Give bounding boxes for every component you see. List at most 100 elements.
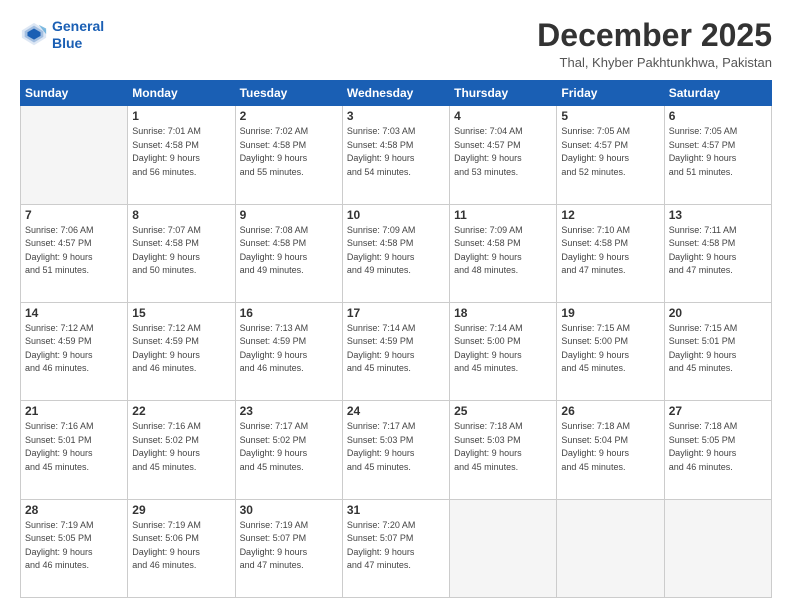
- day-info: Sunrise: 7:08 AM Sunset: 4:58 PM Dayligh…: [240, 224, 338, 278]
- main-title: December 2025: [537, 18, 772, 53]
- day-number: 25: [454, 404, 552, 418]
- calendar-cell: 3 Sunrise: 7:03 AM Sunset: 4:58 PM Daylig…: [342, 106, 449, 204]
- calendar-day-header: Tuesday: [235, 81, 342, 106]
- calendar-cell: 23Sunrise: 7:17 AM Sunset: 5:02 PM Dayli…: [235, 401, 342, 499]
- day-number: 1: [132, 109, 230, 123]
- calendar-cell: 22Sunrise: 7:16 AM Sunset: 5:02 PM Dayli…: [128, 401, 235, 499]
- calendar-day-header: Sunday: [21, 81, 128, 106]
- day-info: Sunrise: 7:15 AM Sunset: 5:01 PM Dayligh…: [669, 322, 767, 376]
- day-info: Sunrise: 7:16 AM Sunset: 5:02 PM Dayligh…: [132, 420, 230, 474]
- title-block: December 2025 Thal, Khyber Pakhtunkhwa, …: [537, 18, 772, 70]
- calendar-day-header: Thursday: [450, 81, 557, 106]
- day-info: Sunrise: 7:02 AM Sunset: 4:58 PM Dayligh…: [240, 125, 338, 179]
- calendar-cell: 17 Sunrise: 7:14 AM Sunset: 4:59 PM Dayli…: [342, 302, 449, 400]
- day-info: Sunrise: 7:19 AM Sunset: 5:05 PM Dayligh…: [25, 519, 123, 573]
- day-info: Sunrise: 7:19 AM Sunset: 5:07 PM Dayligh…: [240, 519, 338, 573]
- calendar-cell: 18Sunrise: 7:14 AM Sunset: 5:00 PM Dayli…: [450, 302, 557, 400]
- day-info: Sunrise: 7:18 AM Sunset: 5:05 PM Dayligh…: [669, 420, 767, 474]
- day-info: Sunrise: 7:18 AM Sunset: 5:04 PM Dayligh…: [561, 420, 659, 474]
- day-number: 28: [25, 503, 123, 517]
- calendar-cell: 13 Sunrise: 7:11 AM Sunset: 4:58 PM Dayli…: [664, 204, 771, 302]
- calendar-cell: 6Sunrise: 7:05 AM Sunset: 4:57 PM Daylig…: [664, 106, 771, 204]
- day-number: 6: [669, 109, 767, 123]
- calendar-cell: 31Sunrise: 7:20 AM Sunset: 5:07 PM Dayli…: [342, 499, 449, 597]
- day-number: 26: [561, 404, 659, 418]
- calendar-cell: 14 Sunrise: 7:12 AM Sunset: 4:59 PM Dayli…: [21, 302, 128, 400]
- day-info: Sunrise: 7:17 AM Sunset: 5:02 PM Dayligh…: [240, 420, 338, 474]
- day-number: 21: [25, 404, 123, 418]
- day-info: Sunrise: 7:18 AM Sunset: 5:03 PM Dayligh…: [454, 420, 552, 474]
- day-number: 24: [347, 404, 445, 418]
- day-info: Sunrise: 7:14 AM Sunset: 5:00 PM Dayligh…: [454, 322, 552, 376]
- day-number: 30: [240, 503, 338, 517]
- calendar-day-header: Monday: [128, 81, 235, 106]
- day-info: Sunrise: 7:03 AM Sunset: 4:58 PM Dayligh…: [347, 125, 445, 179]
- calendar-week-row: 7Sunrise: 7:06 AM Sunset: 4:57 PM Daylig…: [21, 204, 772, 302]
- day-number: 19: [561, 306, 659, 320]
- day-number: 17: [347, 306, 445, 320]
- day-info: Sunrise: 7:14 AM Sunset: 4:59 PM Dayligh…: [347, 322, 445, 376]
- day-info: Sunrise: 7:04 AM Sunset: 4:57 PM Dayligh…: [454, 125, 552, 179]
- calendar-table: SundayMondayTuesdayWednesdayThursdayFrid…: [20, 80, 772, 598]
- logo: General Blue: [20, 18, 104, 52]
- calendar-day-header: Saturday: [664, 81, 771, 106]
- day-number: 7: [25, 208, 123, 222]
- calendar-cell: [664, 499, 771, 597]
- day-number: 15: [132, 306, 230, 320]
- day-info: Sunrise: 7:12 AM Sunset: 4:59 PM Dayligh…: [132, 322, 230, 376]
- calendar-cell: 8Sunrise: 7:07 AM Sunset: 4:58 PM Daylig…: [128, 204, 235, 302]
- calendar-cell: 7Sunrise: 7:06 AM Sunset: 4:57 PM Daylig…: [21, 204, 128, 302]
- day-number: 16: [240, 306, 338, 320]
- calendar-cell: 19Sunrise: 7:15 AM Sunset: 5:00 PM Dayli…: [557, 302, 664, 400]
- calendar-week-row: 14 Sunrise: 7:12 AM Sunset: 4:59 PM Dayli…: [21, 302, 772, 400]
- calendar-cell: 1 Sunrise: 7:01 AM Sunset: 4:58 PM Daylig…: [128, 106, 235, 204]
- day-info: Sunrise: 7:01 AM Sunset: 4:58 PM Dayligh…: [132, 125, 230, 179]
- calendar-cell: 25 Sunrise: 7:18 AM Sunset: 5:03 PM Dayli…: [450, 401, 557, 499]
- calendar-cell: 29Sunrise: 7:19 AM Sunset: 5:06 PM Dayli…: [128, 499, 235, 597]
- page: General Blue December 2025 Thal, Khyber …: [0, 0, 792, 612]
- calendar-header-row: SundayMondayTuesdayWednesdayThursdayFrid…: [21, 81, 772, 106]
- calendar-week-row: 1 Sunrise: 7:01 AM Sunset: 4:58 PM Daylig…: [21, 106, 772, 204]
- subtitle: Thal, Khyber Pakhtunkhwa, Pakistan: [537, 55, 772, 70]
- calendar-cell: 28 Sunrise: 7:19 AM Sunset: 5:05 PM Dayli…: [21, 499, 128, 597]
- calendar-cell: 12 Sunrise: 7:10 AM Sunset: 4:58 PM Dayli…: [557, 204, 664, 302]
- day-info: Sunrise: 7:12 AM Sunset: 4:59 PM Dayligh…: [25, 322, 123, 376]
- day-number: 29: [132, 503, 230, 517]
- day-info: Sunrise: 7:16 AM Sunset: 5:01 PM Dayligh…: [25, 420, 123, 474]
- calendar-cell: 2 Sunrise: 7:02 AM Sunset: 4:58 PM Daylig…: [235, 106, 342, 204]
- day-info: Sunrise: 7:05 AM Sunset: 4:57 PM Dayligh…: [561, 125, 659, 179]
- day-info: Sunrise: 7:13 AM Sunset: 4:59 PM Dayligh…: [240, 322, 338, 376]
- day-number: 27: [669, 404, 767, 418]
- calendar-cell: 11Sunrise: 7:09 AM Sunset: 4:58 PM Dayli…: [450, 204, 557, 302]
- day-number: 12: [561, 208, 659, 222]
- calendar-cell: 16 Sunrise: 7:13 AM Sunset: 4:59 PM Dayli…: [235, 302, 342, 400]
- calendar-day-header: Friday: [557, 81, 664, 106]
- calendar-cell: 5 Sunrise: 7:05 AM Sunset: 4:57 PM Daylig…: [557, 106, 664, 204]
- day-number: 2: [240, 109, 338, 123]
- day-info: Sunrise: 7:11 AM Sunset: 4:58 PM Dayligh…: [669, 224, 767, 278]
- day-number: 13: [669, 208, 767, 222]
- logo-text: General Blue: [52, 18, 104, 52]
- calendar-week-row: 21 Sunrise: 7:16 AM Sunset: 5:01 PM Dayli…: [21, 401, 772, 499]
- calendar-cell: 4 Sunrise: 7:04 AM Sunset: 4:57 PM Daylig…: [450, 106, 557, 204]
- day-number: 3: [347, 109, 445, 123]
- day-number: 4: [454, 109, 552, 123]
- day-info: Sunrise: 7:09 AM Sunset: 4:58 PM Dayligh…: [347, 224, 445, 278]
- calendar-cell: [21, 106, 128, 204]
- calendar-day-header: Wednesday: [342, 81, 449, 106]
- day-info: Sunrise: 7:07 AM Sunset: 4:58 PM Dayligh…: [132, 224, 230, 278]
- day-number: 11: [454, 208, 552, 222]
- day-number: 9: [240, 208, 338, 222]
- calendar-cell: 24Sunrise: 7:17 AM Sunset: 5:03 PM Dayli…: [342, 401, 449, 499]
- calendar-cell: [557, 499, 664, 597]
- calendar-cell: 15 Sunrise: 7:12 AM Sunset: 4:59 PM Dayli…: [128, 302, 235, 400]
- day-number: 14: [25, 306, 123, 320]
- calendar-cell: 20 Sunrise: 7:15 AM Sunset: 5:01 PM Dayli…: [664, 302, 771, 400]
- day-number: 5: [561, 109, 659, 123]
- logo-line2: Blue: [52, 35, 104, 52]
- calendar-cell: 10Sunrise: 7:09 AM Sunset: 4:58 PM Dayli…: [342, 204, 449, 302]
- calendar-cell: 21 Sunrise: 7:16 AM Sunset: 5:01 PM Dayli…: [21, 401, 128, 499]
- day-info: Sunrise: 7:10 AM Sunset: 4:58 PM Dayligh…: [561, 224, 659, 278]
- day-number: 31: [347, 503, 445, 517]
- day-number: 20: [669, 306, 767, 320]
